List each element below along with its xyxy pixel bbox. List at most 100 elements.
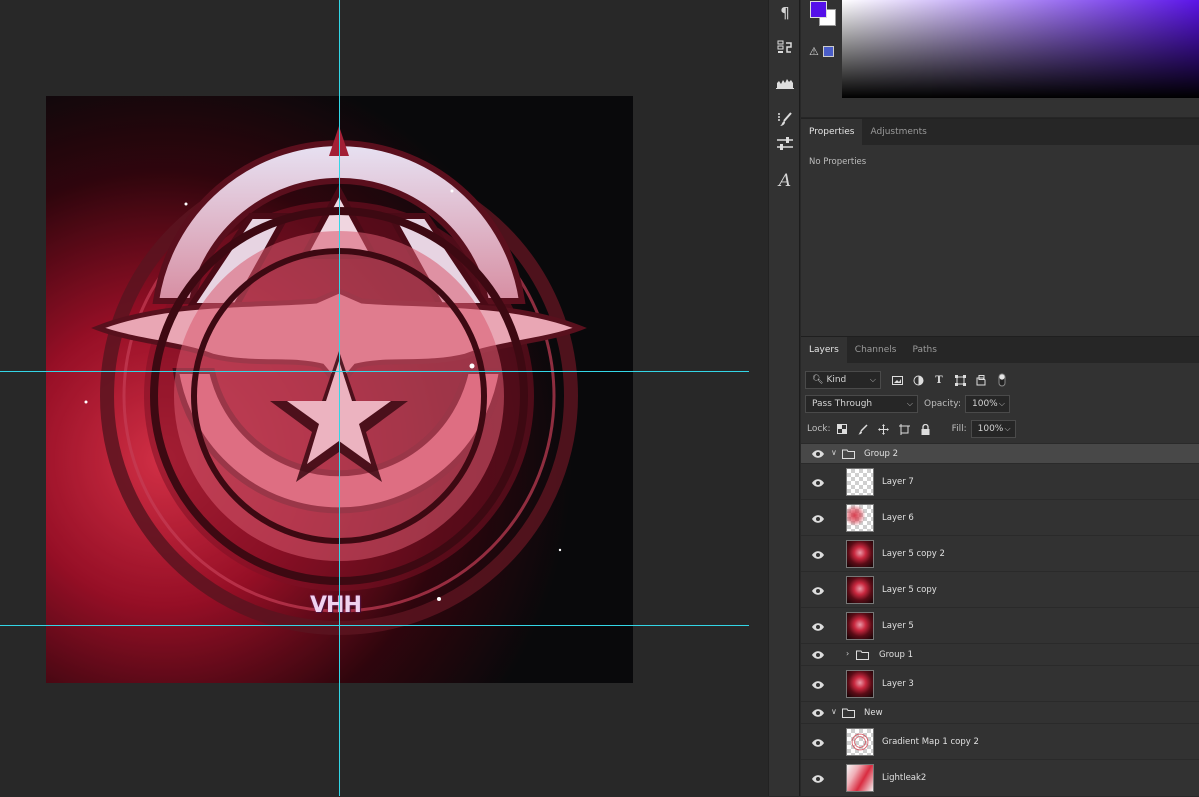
layer-thumbnail <box>846 540 874 568</box>
lock-all-icon[interactable] <box>919 422 933 436</box>
tab-paths[interactable]: Paths <box>904 337 944 363</box>
chevron-right-icon[interactable]: › <box>846 649 849 658</box>
tab-adjustments[interactable]: Adjustments <box>862 119 934 145</box>
lock-position-icon[interactable] <box>877 422 891 436</box>
layer-thumbnail <box>846 670 874 698</box>
filter-type-icon[interactable]: T <box>932 373 946 387</box>
chevron-down-icon[interactable]: ∨ <box>831 707 837 716</box>
websafe-color-swatch[interactable] <box>823 46 834 57</box>
layer-thumbnail <box>846 504 874 532</box>
horizontal-guide-top[interactable] <box>0 371 749 372</box>
visibility-eye-icon[interactable] <box>811 680 825 690</box>
fill-value: 100% <box>977 424 1004 434</box>
folder-icon <box>842 449 855 459</box>
signature-text: VHH <box>310 593 362 618</box>
layer-row-new[interactable]: ∨ New <box>801 701 1199 723</box>
layer-name[interactable]: Gradient Map 1 copy 2 <box>882 737 979 747</box>
layer-row-layer-5-copy-2[interactable]: Layer 5 copy 2 <box>801 535 1199 571</box>
visibility-eye-icon[interactable] <box>811 650 825 660</box>
layer-name[interactable]: Layer 5 <box>882 621 914 631</box>
tab-channels[interactable]: Channels <box>847 337 905 363</box>
chevron-down-icon: ⌵ <box>869 375 876 384</box>
layer-thumbnail <box>846 612 874 640</box>
layers-panel: Layers Channels Paths 🔍︎ Kind ⌵ T Pass T… <box>801 336 1199 796</box>
panel-icon-strip: ¶ A <box>768 0 800 796</box>
tab-properties[interactable]: Properties <box>801 119 863 145</box>
layer-name[interactable]: Layer 6 <box>882 513 914 523</box>
chevron-down-icon: ⌵ <box>906 399 913 408</box>
layer-row-gradient-map-1-copy-2[interactable]: Gradient Map 1 copy 2 <box>801 723 1199 759</box>
layer-name[interactable]: Layer 5 copy 2 <box>882 549 945 559</box>
lock-transparent-icon[interactable] <box>835 422 849 436</box>
blend-mode-value: Pass Through <box>812 399 873 409</box>
layer-row-layer-3[interactable]: Layer 3 <box>801 665 1199 701</box>
clone-source-icon[interactable] <box>769 34 801 60</box>
histogram-icon[interactable] <box>769 70 801 96</box>
chevron-down-icon: ⌵ <box>1004 424 1011 433</box>
chevron-down-icon[interactable]: ∨ <box>831 448 837 457</box>
paragraph-icon[interactable]: ¶ <box>769 0 801 26</box>
lock-image-icon[interactable] <box>856 422 870 436</box>
filter-shape-icon[interactable] <box>953 373 967 387</box>
layer-thumbnail <box>846 728 874 756</box>
color-panel: ⚠ <box>801 0 1199 118</box>
opacity-field[interactable]: 100% ⌵ <box>965 395 1010 413</box>
fill-field[interactable]: 100% ⌵ <box>970 420 1016 438</box>
filter-adjustment-icon[interactable] <box>911 373 925 387</box>
layer-name[interactable]: New <box>864 708 883 718</box>
layer-thumbnail <box>846 764 874 792</box>
layer-row-layer-5-copy[interactable]: Layer 5 copy <box>801 571 1199 607</box>
gamut-warning-icon[interactable]: ⚠ <box>809 45 819 58</box>
glyphs-icon[interactable]: A <box>769 168 801 194</box>
visibility-eye-icon[interactable] <box>811 708 825 718</box>
layer-row-group-2[interactable]: ∨ Group 2 <box>801 443 1199 463</box>
document-canvas-area[interactable]: VHH <box>0 0 768 796</box>
folder-icon <box>842 708 855 718</box>
layer-thumbnail <box>846 468 874 496</box>
brush-settings-icon[interactable] <box>769 106 801 132</box>
layer-filter-row: 🔍︎ Kind ⌵ T <box>801 369 1199 391</box>
layer-row-layer-5[interactable]: Layer 5 <box>801 607 1199 643</box>
layer-row-layer-6[interactable]: Layer 6 <box>801 499 1199 535</box>
visibility-eye-icon[interactable] <box>811 738 825 748</box>
layers-tabbar: Layers Channels Paths <box>801 337 1199 363</box>
fill-label: Fill: <box>951 424 967 434</box>
opacity-label: Opacity: <box>924 399 961 409</box>
layer-row-group-1[interactable]: › Group 1 <box>801 643 1199 665</box>
layer-row-layer-7[interactable]: Layer 7 <box>801 463 1199 499</box>
filter-pixel-icon[interactable] <box>890 373 904 387</box>
layer-name[interactable]: Lightleak2 <box>882 773 926 783</box>
adjust-sliders-icon[interactable] <box>769 131 801 157</box>
filter-kind-dropdown[interactable]: 🔍︎ Kind ⌵ <box>805 371 881 389</box>
right-panel-dock: ⚠ Properties Adjustments No Properties L… <box>801 0 1199 796</box>
layer-name[interactable]: Layer 7 <box>882 477 914 487</box>
visibility-eye-icon[interactable] <box>811 586 825 596</box>
folder-icon <box>856 650 869 660</box>
blend-mode-dropdown[interactable]: Pass Through ⌵ <box>805 395 918 413</box>
horizontal-guide-bottom[interactable] <box>0 625 749 626</box>
no-properties-message: No Properties <box>809 157 867 167</box>
filter-smart-object-icon[interactable] <box>974 373 988 387</box>
visibility-eye-icon[interactable] <box>811 622 825 632</box>
layer-row-lightleak2[interactable]: Lightleak2 <box>801 759 1199 797</box>
tab-layers[interactable]: Layers <box>801 337 847 363</box>
visibility-eye-icon[interactable] <box>811 478 825 488</box>
visibility-eye-icon[interactable] <box>811 550 825 560</box>
lock-label: Lock: <box>807 424 831 434</box>
layer-name[interactable]: Layer 5 copy <box>882 585 937 595</box>
layer-name[interactable]: Group 1 <box>879 650 913 660</box>
layer-name[interactable]: Group 2 <box>864 449 898 459</box>
properties-panel: Properties Adjustments No Properties <box>801 118 1199 334</box>
visibility-eye-icon[interactable] <box>811 449 825 459</box>
filter-toggle-switch[interactable] <box>995 373 1009 387</box>
lock-artboard-icon[interactable] <box>898 422 912 436</box>
vertical-guide[interactable] <box>339 0 340 796</box>
layer-name[interactable]: Layer 3 <box>882 679 914 689</box>
layer-thumbnail <box>846 576 874 604</box>
visibility-eye-icon[interactable] <box>811 514 825 524</box>
lock-fill-row: Lock: Fill: 100% ⌵ <box>801 418 1199 440</box>
color-picker-field[interactable] <box>842 0 1199 98</box>
visibility-eye-icon[interactable] <box>811 774 825 784</box>
blend-opacity-row: Pass Through ⌵ Opacity: 100% ⌵ <box>801 393 1199 415</box>
foreground-color-swatch[interactable] <box>810 1 827 18</box>
